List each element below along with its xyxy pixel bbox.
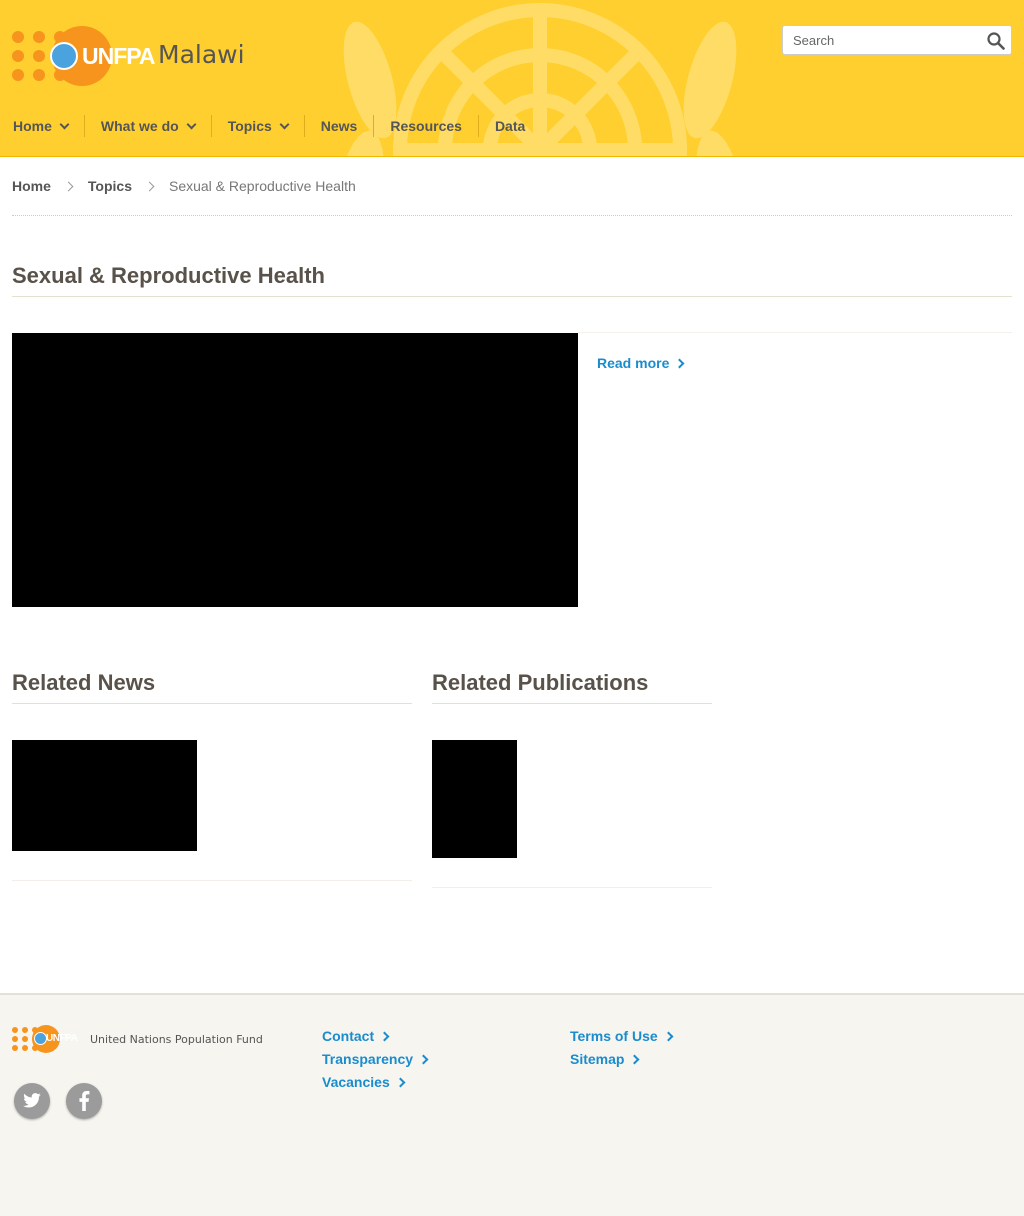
breadcrumb-current: Sexual & Reproductive Health (168, 178, 356, 194)
search-input[interactable] (783, 27, 978, 53)
chevron-right-icon (674, 358, 685, 368)
footer-link-terms-of-use[interactable]: Terms of Use (570, 1028, 674, 1044)
footer-org-name: United Nations Population Fund (90, 1032, 263, 1046)
footer-link-contact[interactable]: Contact (322, 1028, 390, 1044)
unfpa-logo[interactable]: UNFPA (12, 26, 156, 86)
search-icon[interactable] (987, 32, 1005, 50)
nav-item-topics[interactable]: Topics (212, 115, 305, 137)
site-header: UNFPA Malawi Home What we do Topics News… (0, 0, 1024, 157)
related-news-image[interactable] (12, 740, 197, 851)
nav-item-data[interactable]: Data (479, 115, 541, 137)
related-publications-title: Related Publications (432, 670, 649, 695)
breadcrumb-topics[interactable]: Topics (88, 178, 132, 194)
related-publications-bottom-divider (432, 887, 712, 888)
chevron-right-icon (418, 1054, 429, 1064)
related-news-bottom-divider (12, 880, 412, 881)
site-footer: UNFPA United Nations Population Fund Con… (0, 993, 1024, 1216)
nav-item-label: Home (13, 118, 52, 134)
footer-logo-text: UNFPA (46, 1033, 78, 1044)
chevron-right-icon (63, 181, 74, 191)
chevron-right-icon (379, 1031, 390, 1041)
footer-link-label: Terms of Use (570, 1028, 658, 1044)
main-nav: Home What we do Topics News Resources Da… (0, 113, 541, 139)
nav-item-resources[interactable]: Resources (374, 115, 479, 137)
footer-logo-circle: UNFPA (32, 1025, 78, 1053)
page-title: Sexual & Reproductive Health (12, 263, 325, 288)
chevron-down-icon (186, 119, 197, 129)
hero-image[interactable] (12, 333, 578, 607)
country-name[interactable]: Malawi (158, 40, 245, 69)
breadcrumb-home[interactable]: Home (12, 178, 51, 194)
nav-item-news[interactable]: News (305, 115, 375, 137)
nav-item-label: Resources (390, 118, 462, 134)
chevron-down-icon (59, 119, 70, 129)
chevron-right-icon (395, 1077, 406, 1087)
title-divider (12, 296, 1012, 297)
footer-link-label: Contact (322, 1028, 375, 1044)
footer-link-sitemap[interactable]: Sitemap (570, 1051, 640, 1067)
nav-item-label: What we do (100, 118, 179, 134)
related-news-title: Related News (12, 670, 156, 695)
footer-link-label: Sitemap (570, 1051, 625, 1067)
chevron-right-icon (144, 181, 155, 191)
read-more-link[interactable]: Read more (597, 355, 685, 371)
nav-item-label: News (320, 118, 358, 134)
search-box (782, 25, 1012, 55)
footer-link-label: Transparency (322, 1051, 414, 1067)
logo-text: UNFPA (82, 43, 156, 69)
nav-item-what-we-do[interactable]: What we do (85, 115, 212, 137)
related-news-divider (12, 703, 412, 704)
breadcrumb-divider (12, 215, 1012, 216)
footer-link-transparency[interactable]: Transparency (322, 1051, 429, 1067)
related-publication-cover[interactable] (432, 740, 517, 858)
un-globe-icon (50, 42, 78, 70)
nav-item-label: Topics (227, 118, 272, 134)
nav-item-label: Data (494, 118, 526, 134)
twitter-icon[interactable] (14, 1083, 50, 1119)
facebook-icon[interactable] (66, 1083, 102, 1119)
chevron-down-icon (279, 119, 290, 129)
footer-link-vacancies[interactable]: Vacancies (322, 1074, 406, 1090)
read-more-label: Read more (597, 355, 670, 371)
chevron-right-icon (663, 1031, 674, 1041)
content-divider (578, 332, 1012, 333)
footer-logo[interactable]: UNFPA United Nations Population Fund (12, 1025, 263, 1053)
footer-link-label: Vacancies (322, 1074, 390, 1090)
breadcrumb: Home Topics Sexual & Reproductive Health (12, 178, 356, 194)
related-publications-divider (432, 703, 712, 704)
chevron-right-icon (630, 1054, 640, 1064)
nav-item-home[interactable]: Home (0, 115, 85, 137)
